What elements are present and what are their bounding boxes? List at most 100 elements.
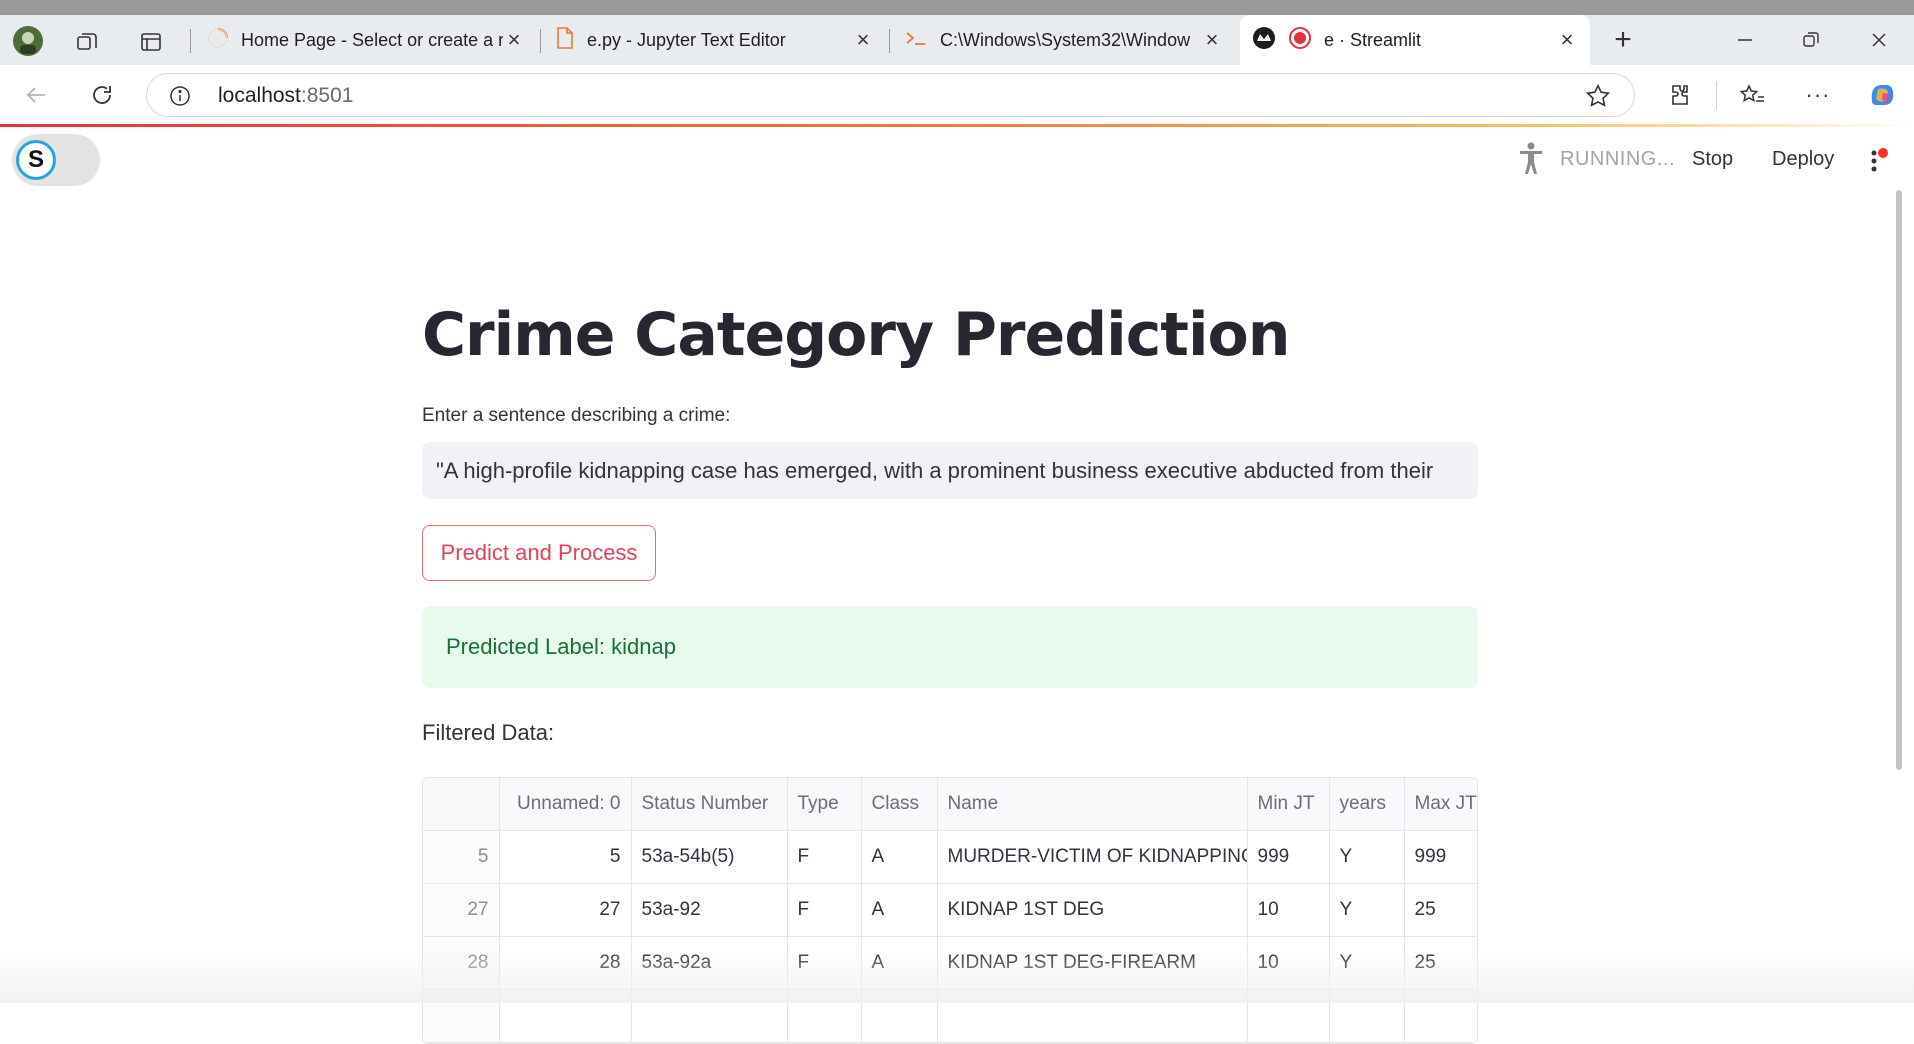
close-tab-icon[interactable]: × [852,27,874,52]
url-port: :8501 [300,84,354,107]
extensions-icon[interactable] [1662,77,1698,113]
tab-bar: Home Page - Select or create a r × e.py … [0,15,1914,65]
row-index: 27 [423,883,500,937]
streamlit-icon [1252,26,1276,55]
column-header[interactable]: Name [937,778,1248,831]
favorites-icon[interactable] [1734,77,1770,113]
close-window-icon[interactable] [1862,23,1896,57]
close-tab-icon[interactable]: × [1201,27,1223,52]
column-header[interactable]: Type [787,778,862,831]
row-index: 28 [423,936,500,990]
column-header[interactable]: Class [861,778,938,831]
back-icon[interactable] [18,77,54,113]
table-row[interactable]: 27 27 53a-92 F A KIDNAP 1ST DEG 10 Y 25 [423,883,1477,937]
table-cell: KIDNAP 1ST DEG [937,883,1248,937]
running-person-icon [1516,142,1546,181]
table-cell [1404,989,1477,1043]
table-cell: MURDER-VICTIM OF KIDNAPPING [937,830,1248,884]
tab-jupyter-editor[interactable]: e.py - Jupyter Text Editor × [543,15,886,65]
page-scrollbar[interactable] [1896,190,1902,770]
address-bar[interactable]: localhost:8501 [146,73,1635,117]
tab-actions-icon[interactable] [134,25,168,59]
terminal-icon [904,28,928,53]
table-cell: 25 [1404,936,1477,990]
table-cell: 27 [499,883,632,937]
running-status: RUNNING... [1560,148,1675,170]
loading-progress-line [0,124,1914,127]
toolbar-separator [1716,81,1717,109]
tab-terminal[interactable]: C:\Windows\System32\Window × [892,15,1235,65]
column-header[interactable]: Unnamed: 0 [499,778,632,831]
new-tab-icon[interactable]: + [1606,23,1640,57]
table-cell: 25 [1404,883,1477,937]
close-tab-icon[interactable]: × [503,27,525,52]
table-cell [499,989,632,1043]
table-cell: Y [1329,936,1405,990]
table-cell: 28 [499,936,632,990]
table-cell: Y [1329,883,1405,937]
table-cell: 10 [1247,883,1330,937]
table-cell [787,989,862,1043]
table-row[interactable]: 5 5 53a-54b(5) F A MURDER-VICTIM OF KIDN… [423,830,1477,884]
predict-and-process-button[interactable]: Predict and Process [422,525,656,581]
copilot-icon[interactable] [1862,75,1902,115]
table-cell: 999 [1404,830,1477,884]
tab-title: Home Page - Select or create a r [241,29,503,50]
table-cell: Y [1329,830,1405,884]
refresh-icon[interactable] [84,77,120,113]
toggle-letter: S [27,146,44,173]
column-header[interactable]: Status Number [631,778,788,831]
page-title: Crime Category Prediction [422,300,1290,370]
column-header[interactable] [423,778,500,831]
tab-title: e · Streamlit [1324,29,1422,50]
sidebar-toggle[interactable]: S [12,134,100,186]
profile-avatar[interactable] [10,23,46,59]
column-header[interactable]: years [1329,778,1405,831]
tab-title: C:\Windows\System32\Window [940,29,1191,50]
table-header-row: Unnamed: 0 Status Number Type Class Name… [423,778,1477,831]
tab-home-page[interactable]: Home Page - Select or create a r × [195,15,537,65]
site-info-icon[interactable] [169,85,191,112]
table-cell [631,989,788,1043]
tab-separator [540,29,541,53]
streamlit-logo-icon: S [16,140,56,180]
tab-separator [889,29,890,53]
close-tab-icon[interactable]: × [1556,27,1578,52]
table-row[interactable] [423,989,1477,1043]
minimize-icon[interactable] [1728,23,1762,57]
prediction-result-alert: Predicted Label: kidnap [422,606,1478,688]
workspaces-icon[interactable] [70,25,104,59]
address-row: localhost:8501 ··· [0,65,1914,126]
file-icon [555,26,575,54]
column-header[interactable]: Max JT [1404,778,1477,831]
loading-spinner-icon [207,27,229,54]
table-cell: A [861,830,938,884]
deploy-button[interactable]: Deploy [1772,148,1834,171]
favorite-star-icon[interactable] [1585,83,1611,114]
table-cell: 53a-54b(5) [631,830,788,884]
url-host: localhost [218,84,301,107]
main-menu-icon[interactable] [1868,148,1890,179]
tab-title: e.py - Jupyter Text Editor [587,29,786,50]
restore-icon[interactable] [1794,23,1828,57]
crime-sentence-input[interactable]: "A high-profile kidnapping case has emer… [422,442,1478,499]
table-cell: A [861,936,938,990]
filtered-data-table[interactable]: Unnamed: 0 Status Number Type Class Name… [422,777,1478,1044]
stop-button[interactable]: Stop [1692,148,1733,171]
table-cell: 999 [1247,830,1330,884]
input-value: "A high-profile kidnapping case has emer… [436,457,1434,483]
table-cell: 10 [1247,936,1330,990]
row-index: 5 [423,830,500,884]
table-cell [1329,989,1405,1043]
table-row[interactable]: 28 28 53a-92a F A KIDNAP 1ST DEG-FIREARM… [423,936,1477,990]
tab-streamlit[interactable]: e · Streamlit × [1240,15,1590,65]
table-cell [937,989,1248,1043]
recording-icon [1288,26,1312,55]
tab-separator [190,29,191,53]
table-cell: 53a-92 [631,883,788,937]
more-options-icon[interactable]: ··· [1800,77,1836,113]
table-cell [1247,989,1330,1043]
table-cell: F [787,830,862,884]
column-header[interactable]: Min JT [1247,778,1330,831]
table-cell: 5 [499,830,632,884]
